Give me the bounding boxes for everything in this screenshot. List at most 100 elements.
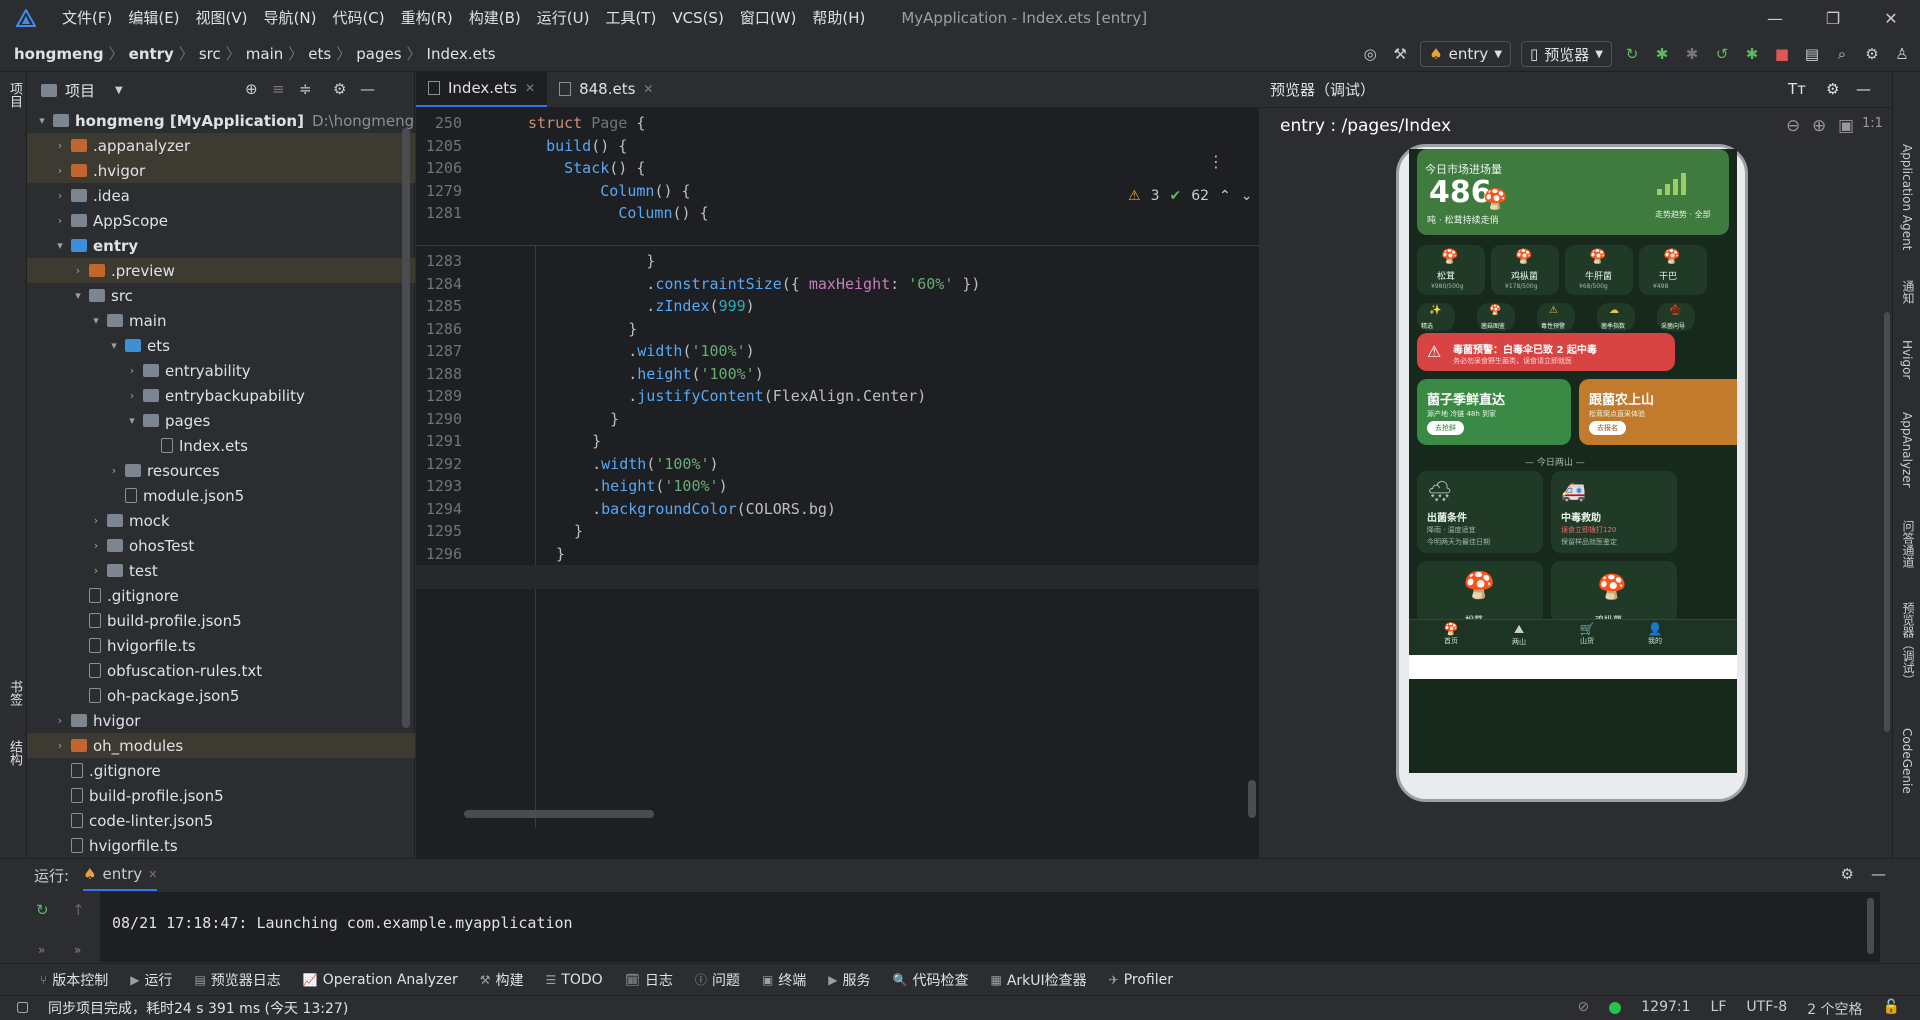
- shortcut-tile[interactable]: ⚠ 毒性预警: [1537, 303, 1575, 331]
- caret-position[interactable]: 1297:1: [1641, 999, 1690, 1019]
- debug-icon[interactable]: ✱: [1652, 44, 1672, 64]
- rerun-icon[interactable]: ↻: [1622, 44, 1642, 64]
- tree-item[interactable]: › AppScope: [27, 208, 415, 233]
- user-icon[interactable]: ♙: [1892, 44, 1912, 64]
- indent-setting[interactable]: 2 个空格: [1807, 999, 1862, 1019]
- tree-item[interactable]: ▾ main: [27, 308, 415, 333]
- shortcut-tile[interactable]: ☁ 菌季指数: [1597, 303, 1635, 331]
- expand-all-icon[interactable]: ≡: [272, 80, 285, 98]
- tree-item[interactable]: Index.ets: [27, 433, 415, 458]
- tree-item[interactable]: › oh_modules: [27, 733, 415, 758]
- menu-item[interactable]: 构建(B): [461, 0, 529, 36]
- tool-window-button[interactable]: ⓘ 问题: [695, 970, 740, 990]
- chevron-right-icon[interactable]: ›: [89, 539, 103, 552]
- editor-tab[interactable]: 848.ets ✕: [547, 71, 665, 107]
- menu-item[interactable]: 文件(F): [54, 0, 120, 36]
- maximize-icon[interactable]: ❐: [1804, 0, 1862, 36]
- rerun-icon[interactable]: ↻: [36, 901, 49, 919]
- chevron-down-icon[interactable]: ▾: [35, 114, 49, 127]
- sticky-code-line[interactable]: Column() {: [528, 204, 708, 222]
- banner-trend-link[interactable]: 走势趋势 · 全部: [1655, 209, 1711, 220]
- tree-item[interactable]: › .idea: [27, 183, 415, 208]
- close-icon[interactable]: ✕: [525, 81, 535, 95]
- chevron-right-icon[interactable]: ›: [53, 189, 67, 202]
- breadcrumb-item[interactable]: main: [246, 45, 283, 63]
- info-card-conditions[interactable]: 🌨 出菌条件 降雨 · 温度适宜 今明两天为最佳日期: [1417, 471, 1543, 553]
- shortcut-tile[interactable]: 🍄 菌菇图鉴: [1477, 303, 1515, 331]
- actual-size-icon[interactable]: 1:1: [1862, 116, 1883, 131]
- run-config-tab[interactable]: ♠ entry ✕: [83, 859, 158, 891]
- attach-icon[interactable]: ✱: [1682, 44, 1702, 64]
- promo-button[interactable]: 去抢鲜: [1427, 421, 1464, 435]
- code-line[interactable]: .width('100%'): [556, 455, 718, 473]
- menu-item[interactable]: 重构(R): [393, 0, 461, 36]
- chevron-down-icon[interactable]: ⌄: [1241, 188, 1253, 204]
- stop-icon[interactable]: ■: [1772, 44, 1792, 64]
- tree-item[interactable]: ▾ pages: [27, 408, 415, 433]
- chevron-right-icon[interactable]: ›: [53, 164, 67, 177]
- menu-item[interactable]: 帮助(H): [804, 0, 873, 36]
- line-separator[interactable]: LF: [1711, 999, 1727, 1019]
- tool-window-button[interactable]: 🗓 日志: [625, 970, 673, 990]
- tree-item[interactable]: › test: [27, 558, 415, 583]
- breadcrumb-item[interactable]: src: [199, 45, 221, 63]
- menu-item[interactable]: 工具(T): [597, 0, 664, 36]
- editor-tab[interactable]: Index.ets ✕: [416, 71, 548, 107]
- tree-item[interactable]: › mock: [27, 508, 415, 533]
- chevron-down-icon[interactable]: ▾: [107, 339, 121, 352]
- target-icon[interactable]: ◎: [1360, 44, 1380, 64]
- editor-horizontal-scrollbar[interactable]: [464, 810, 654, 818]
- layout-icon[interactable]: ▢: [16, 999, 29, 1015]
- tree-item[interactable]: › resources: [27, 458, 415, 483]
- close-icon[interactable]: ✕: [1862, 0, 1920, 36]
- tree-item[interactable]: › entrybackupability: [27, 383, 415, 408]
- chevron-down-icon[interactable]: ▾: [89, 314, 103, 327]
- minimize-panel-icon[interactable]: —: [360, 80, 375, 98]
- tree-item[interactable]: .gitignore: [27, 583, 415, 608]
- menu-item[interactable]: 导航(N): [256, 0, 325, 36]
- tree-item[interactable]: module.json5: [27, 483, 415, 508]
- chevron-right-icon[interactable]: ›: [89, 514, 103, 527]
- chevron-down-icon[interactable]: ▾: [53, 239, 67, 252]
- inspection-summary[interactable]: ⚠ 3 ✔ 62 ⌃ ⌄: [1128, 188, 1253, 204]
- tool-window-button[interactable]: ⑂ 版本控制: [40, 970, 108, 990]
- code-line[interactable]: }: [556, 432, 601, 450]
- collapse-all-icon[interactable]: ≑: [299, 80, 312, 98]
- hvigor-tool-button[interactable]: Hvigor: [1900, 340, 1914, 379]
- search-icon[interactable]: ⌕: [1832, 44, 1852, 64]
- code-line[interactable]: }: [556, 410, 619, 428]
- hammer-icon[interactable]: ⚒: [1390, 44, 1410, 64]
- zoom-out-icon[interactable]: ⊖: [1786, 116, 1800, 136]
- breadcrumb-item[interactable]: entry: [129, 45, 174, 63]
- zoom-in-icon[interactable]: ⊕: [1812, 116, 1826, 136]
- chevron-right-icon[interactable]: ›: [107, 464, 121, 477]
- tool-window-button[interactable]: ⚒ 构建: [480, 970, 524, 990]
- breadcrumb-item[interactable]: ets: [308, 45, 331, 63]
- promo-card-mountain[interactable]: 跟菌农上山 松茸窝点直采体验 去报名: [1579, 379, 1737, 445]
- code-line[interactable]: .constraintSize({ maxHeight: '60%' }): [556, 275, 980, 293]
- chevron-right-icon[interactable]: ›: [89, 564, 103, 577]
- status-indicator-icon[interactable]: [1609, 1002, 1622, 1014]
- project-tool-button[interactable]: 项目: [5, 82, 24, 108]
- minimize-panel-icon[interactable]: —: [1871, 865, 1886, 883]
- locate-icon[interactable]: ⊕: [245, 80, 258, 98]
- tree-item[interactable]: › .hvigor: [27, 158, 415, 183]
- menu-item[interactable]: VCS(S): [664, 0, 731, 36]
- info-card-rescue[interactable]: 🚑 中毒救助 误食立即拨打120 保留样品就医鉴定: [1551, 471, 1677, 553]
- bookmarks-tool-button[interactable]: 书签: [5, 680, 24, 706]
- tool-window-button[interactable]: ✈ Profiler: [1109, 972, 1173, 988]
- device-select[interactable]: ▯ 预览器 ▼: [1521, 41, 1612, 67]
- menu-item[interactable]: 代码(C): [324, 0, 392, 36]
- structure-tool-button[interactable]: 结构: [5, 740, 24, 766]
- tree-item[interactable]: .gitignore: [27, 758, 415, 783]
- more-icon[interactable]: »: [38, 943, 45, 957]
- product-tile[interactable]: 🍄 干巴 ¥498: [1639, 245, 1707, 295]
- lock-icon[interactable]: 🔓: [1883, 999, 1900, 1019]
- chevron-right-icon[interactable]: ›: [53, 714, 67, 727]
- tree-item[interactable]: ▾ ets: [27, 333, 415, 358]
- chevron-right-icon[interactable]: ›: [71, 264, 85, 277]
- chevron-up-icon[interactable]: ⌃: [1219, 188, 1231, 204]
- poison-alert[interactable]: ⚠ 毒菌预警：白毒伞已致 2 起中毒 务必勿采食野生菌类，误食请立即就医: [1417, 333, 1675, 371]
- chevron-down-icon[interactable]: ▼: [115, 85, 123, 96]
- font-size-icon[interactable]: Tт: [1788, 80, 1806, 98]
